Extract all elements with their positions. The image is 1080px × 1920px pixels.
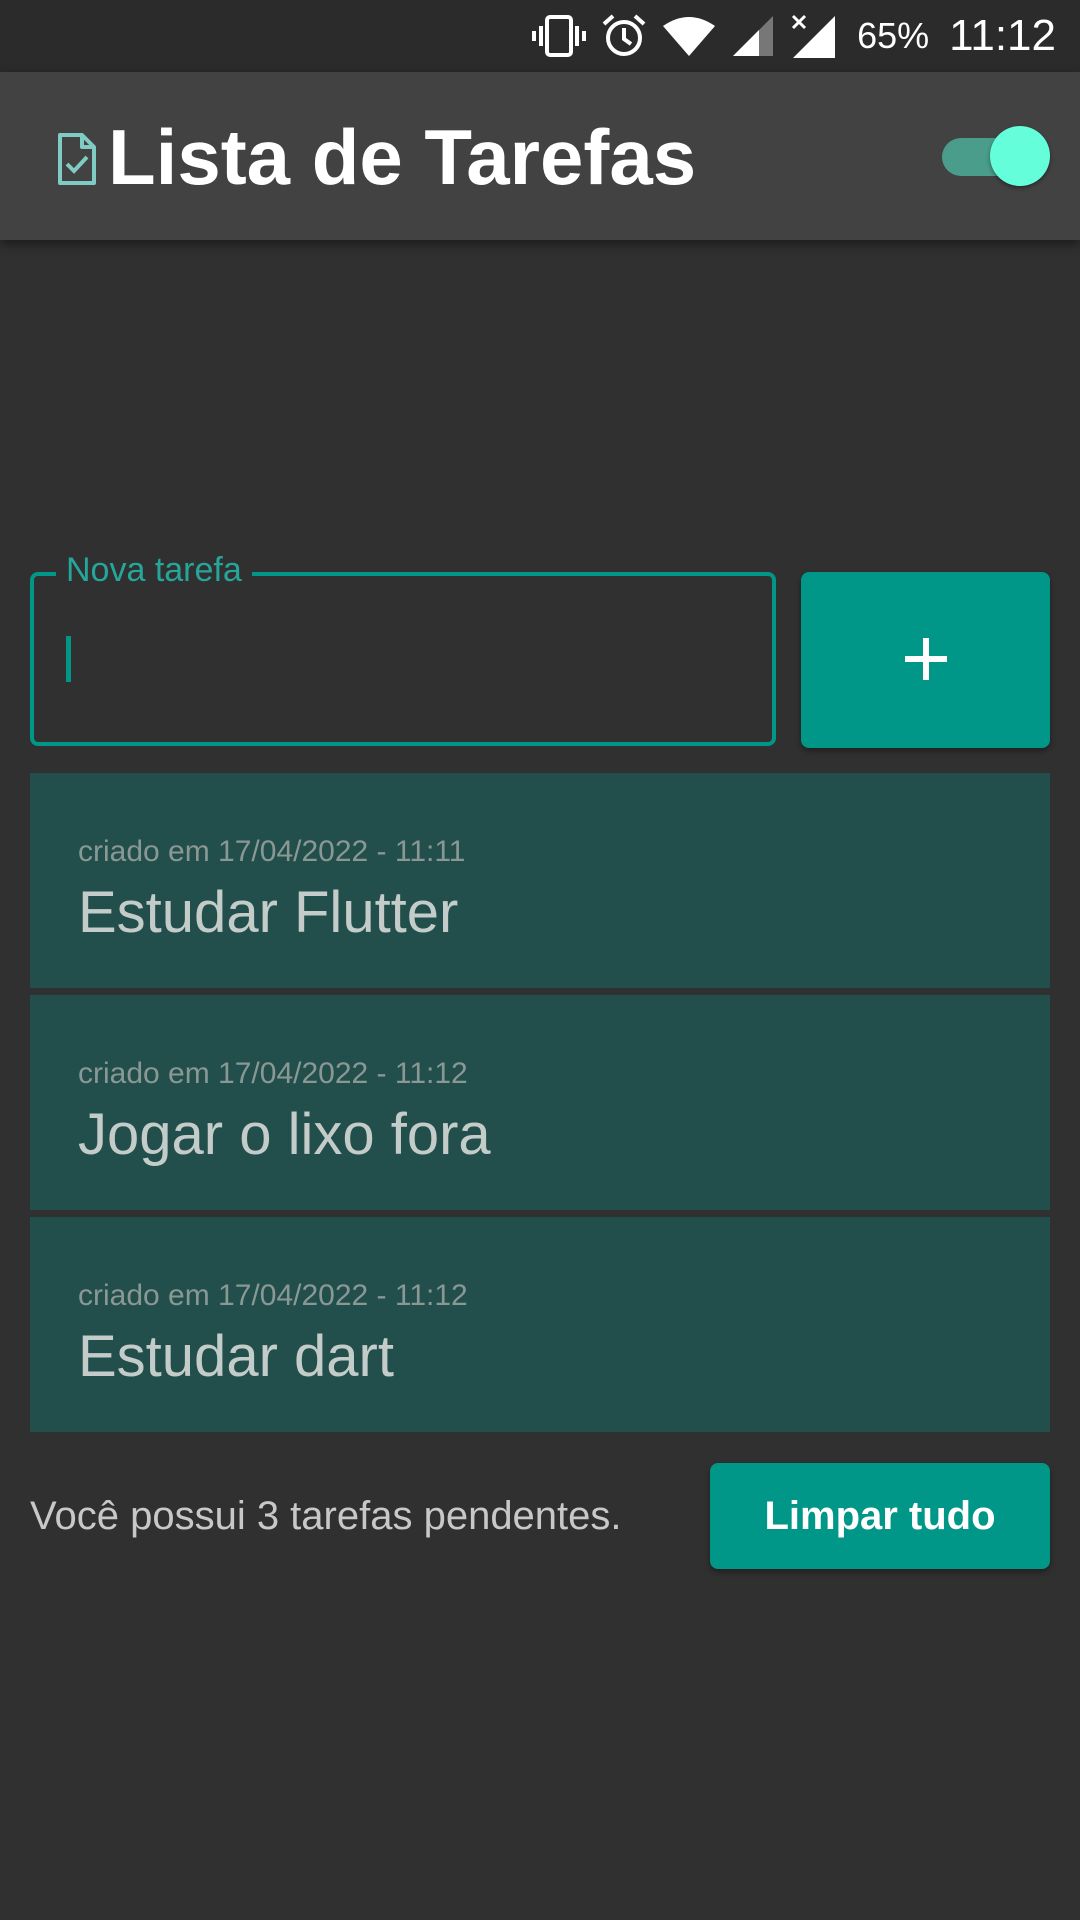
- new-task-field[interactable]: Nova tarefa: [30, 548, 776, 746]
- plus-icon: [903, 636, 949, 685]
- signal-no-data-icon: [789, 12, 837, 60]
- task-created-date: criado em 17/04/2022 - 11:12: [78, 1279, 468, 1312]
- page-title: Lista de Tarefas: [108, 113, 697, 201]
- text-cursor: [66, 636, 71, 682]
- alarm-icon: [601, 13, 647, 59]
- add-task-button[interactable]: [801, 572, 1050, 748]
- status-bar: 65% 11:12: [0, 0, 1080, 72]
- task-list: criado em 17/04/2022 - 11:11 Estudar Flu…: [30, 773, 1050, 1439]
- theme-toggle-switch[interactable]: [940, 124, 1050, 188]
- screen: 65% 11:12 Lista de Tarefas Nova tarefa c…: [0, 0, 1080, 1920]
- task-item[interactable]: criado em 17/04/2022 - 11:11 Estudar Flu…: [30, 773, 1050, 988]
- clear-all-button[interactable]: Limpar tudo: [710, 1463, 1050, 1569]
- wifi-icon: [661, 14, 717, 58]
- status-icons: 65% 11:12: [531, 0, 1056, 72]
- battery-percentage: 65%: [857, 15, 930, 56]
- app-bar: Lista de Tarefas: [0, 72, 1080, 240]
- task-title: Estudar dart: [78, 1324, 394, 1389]
- task-title: Jogar o lixo fora: [78, 1102, 491, 1167]
- task-created-date: criado em 17/04/2022 - 11:12: [78, 1057, 468, 1090]
- toggle-thumb: [990, 126, 1050, 186]
- task-item[interactable]: criado em 17/04/2022 - 11:12 Estudar dar…: [30, 1217, 1050, 1432]
- vibrate-icon: [531, 14, 587, 58]
- new-task-input[interactable]: [60, 628, 744, 690]
- task-item[interactable]: criado em 17/04/2022 - 11:12 Jogar o lix…: [30, 995, 1050, 1210]
- pending-tasks-count: Você possui 3 tarefas pendentes.: [30, 1494, 622, 1538]
- task-document-check-icon: [56, 132, 98, 186]
- signal-icon: [731, 14, 775, 58]
- clock: 11:12: [949, 11, 1056, 60]
- task-created-date: criado em 17/04/2022 - 11:11: [78, 835, 466, 868]
- task-title: Estudar Flutter: [78, 880, 459, 945]
- new-task-field-label: Nova tarefa: [56, 548, 252, 592]
